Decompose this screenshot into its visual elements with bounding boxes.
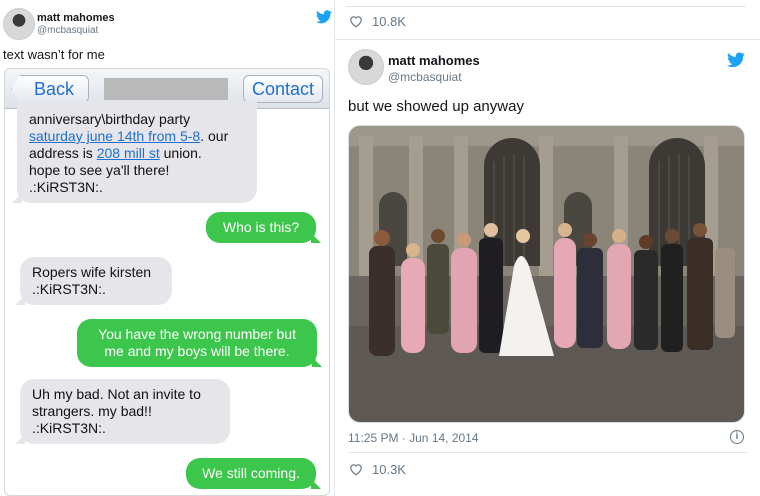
left-tweet: matt mahomes @mcbasquiat text wasn’t for… <box>0 0 334 496</box>
redacted-contact-name <box>104 78 228 100</box>
contact-button[interactable]: Contact <box>243 75 323 103</box>
message-line: anniversary\birthday party <box>29 111 191 127</box>
author-handle[interactable]: @mcbasquiat <box>388 70 462 84</box>
heart-icon[interactable] <box>349 15 363 28</box>
author-name[interactable]: matt mahomes <box>388 53 480 68</box>
twitter-bird-icon[interactable] <box>727 52 745 68</box>
right-tweet: 10.8K matt mahomes @mcbasquiat but we sh… <box>335 0 760 496</box>
tweet-text: text wasn’t for me <box>3 47 105 62</box>
info-icon[interactable]: i <box>730 430 744 444</box>
like-count[interactable]: 10.3K <box>372 462 406 477</box>
back-button[interactable]: Back <box>11 75 89 103</box>
sms-screenshot: Back Contact anniversary\birthday party … <box>4 68 330 496</box>
tweet-text: but we showed up anyway <box>348 98 524 115</box>
divider <box>348 452 748 453</box>
message-line: saturday june 14th from 5-8. our <box>29 128 229 144</box>
date-link[interactable]: saturday june 14th from 5-8 <box>29 128 200 144</box>
avatar[interactable] <box>3 8 35 40</box>
like-count[interactable]: 10.8K <box>372 14 406 29</box>
message-bubble-outgoing: We still coming. <box>186 458 321 489</box>
message-line: address is 208 mill st union. <box>29 145 202 161</box>
wedding-group-photo <box>349 126 744 422</box>
heart-icon[interactable] <box>349 463 363 476</box>
message-bubble-outgoing: You have the wrong number but me and my … <box>77 319 322 367</box>
message-bubble-incoming: Ropers wife kirsten .:KiRST3N:. <box>15 257 172 305</box>
author-name[interactable]: matt mahomes <box>37 12 115 24</box>
twitter-bird-icon[interactable] <box>316 10 332 24</box>
message-bubble-incoming: Uh my bad. Not an invite to strangers. m… <box>15 379 230 444</box>
avatar[interactable] <box>348 49 384 85</box>
tweet-photo[interactable] <box>348 125 745 423</box>
message-bubble-incoming: anniversary\birthday party saturday june… <box>12 101 257 203</box>
message-line: hope to see ya'll there! <box>29 162 170 178</box>
tweet-timestamp[interactable]: 11:25 PM · Jun 14, 2014 <box>348 431 479 445</box>
message-bubble-outgoing: Who is this? <box>206 212 321 243</box>
message-line: .:KiRST3N:. <box>29 179 103 195</box>
divider <box>335 39 760 40</box>
divider <box>346 6 746 7</box>
address-link[interactable]: 208 mill st <box>97 145 160 161</box>
author-handle[interactable]: @mcbasquiat <box>37 25 98 36</box>
